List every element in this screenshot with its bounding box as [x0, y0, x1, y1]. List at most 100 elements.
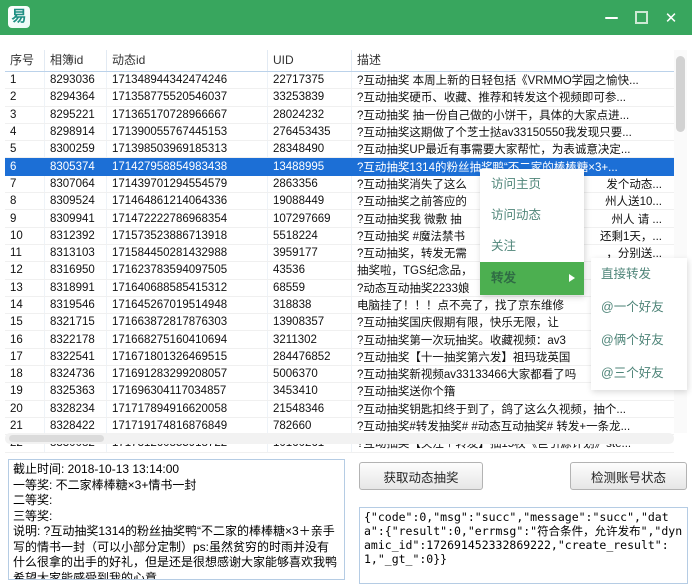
table-row[interactable]: 15832171517166387281787630313908357?互动抽奖…: [5, 314, 674, 331]
cell-album_id: 8322541: [45, 349, 107, 365]
column-header-4[interactable]: 描述: [352, 50, 687, 71]
cell-album_id: 8319546: [45, 297, 107, 313]
cell-dynamic_id: 171439701294554579: [107, 176, 268, 192]
cell-no: 12: [5, 262, 45, 278]
result-json-textbox[interactable]: {"code":0,"msg":"succ","message":"succ",…: [359, 507, 688, 584]
close-button[interactable]: ✕: [656, 0, 686, 35]
table-row[interactable]: 5830025917139850396918531328348490?互动抽奖U…: [5, 141, 674, 158]
cell-uid: 276453435: [268, 124, 352, 140]
cell-no: 11: [5, 245, 45, 261]
cell-dynamic_id: 171584450281432988: [107, 245, 268, 261]
cell-dynamic_id: 171365170728966667: [107, 107, 268, 123]
table-row[interactable]: 3829522117136517072896666728024232?互动抽奖 …: [5, 107, 674, 124]
table-row[interactable]: 1683221781716682751604106943211302?互动抽奖第…: [5, 331, 674, 348]
cell-no: 7: [5, 176, 45, 192]
cell-uid: 21548346: [268, 401, 352, 417]
minimize-button[interactable]: [596, 0, 626, 35]
cell-dynamic_id: 171719174816876849: [107, 418, 268, 434]
dynamics-table: 序号相簿id动态idUID描述 182930361713489443424742…: [5, 50, 687, 444]
cell-album_id: 8324736: [45, 366, 107, 382]
column-header-1[interactable]: 相簿id: [45, 50, 107, 71]
title-bar: 易 ✕: [0, 0, 692, 35]
cell-album_id: 8328422: [45, 418, 107, 434]
menu-item-3[interactable]: 转发: [480, 262, 584, 295]
cell-uid: 22717375: [268, 72, 352, 88]
cell-album_id: 8298914: [45, 124, 107, 140]
cell-no: 8: [5, 193, 45, 209]
table-row[interactable]: 148319546171645267019514948318838电脑挂了！！！…: [5, 297, 674, 314]
cell-desc: ?互动抽奖钥匙扣终于到了，鸽了这么久视频，抽个...: [352, 401, 674, 417]
cell-uid: 3211302: [268, 331, 352, 347]
cell-dynamic_id: 171663872817876303: [107, 314, 268, 330]
cell-no: 21: [5, 418, 45, 434]
cell-uid: 33253839: [268, 89, 352, 105]
cell-desc: ?互动抽奖 抽一份自己做的小饼干，具体的大家点进...: [352, 107, 674, 123]
cell-no: 18: [5, 366, 45, 382]
cell-desc: ?互动抽奖硬币、收藏、推荐和转发这个视频即可参...: [352, 89, 674, 105]
context-menu: 访问主页访问动态关注转发: [480, 169, 584, 295]
cell-album_id: 8300259: [45, 141, 107, 157]
column-header-2[interactable]: 动态id: [107, 50, 268, 71]
submenu-item-0[interactable]: 直接转发: [591, 258, 687, 291]
get-dynamic-lottery-button[interactable]: 获取动态抽奖: [359, 462, 483, 490]
table-row[interactable]: 1983253631716963041170348573453410?互动抽奖送…: [5, 383, 674, 400]
cell-album_id: 8312392: [45, 228, 107, 244]
cell-no: 20: [5, 401, 45, 417]
cell-uid: 107297669: [268, 210, 352, 226]
cell-album_id: 8322178: [45, 331, 107, 347]
cell-album_id: 8316950: [45, 262, 107, 278]
cell-album_id: 8295221: [45, 107, 107, 123]
column-header-3[interactable]: UID: [268, 50, 352, 71]
menu-item-1[interactable]: 访问动态: [480, 200, 584, 231]
column-header-0[interactable]: 序号: [5, 50, 45, 71]
cell-desc: ?互动抽奖#转发抽奖# #动态互动抽奖# 转发+一条龙...: [352, 418, 674, 434]
cell-album_id: 8305374: [45, 158, 107, 174]
horizontal-scrollbar-thumb[interactable]: [9, 435, 104, 442]
app-logo-icon: 易: [8, 6, 30, 28]
table-row[interactable]: 178322541171671801326469515284476852?互动抽…: [5, 349, 674, 366]
cell-dynamic_id: 171348944342474246: [107, 72, 268, 88]
prize-info-textbox[interactable]: 截止时间: 2018-10-13 13:14:00 一等奖: 不二家棒棒糖×3+…: [8, 459, 345, 580]
table-header: 序号相簿id动态idUID描述: [5, 50, 687, 72]
table-row[interactable]: 20832823417171789491662005821548346?互动抽奖…: [5, 401, 674, 418]
cell-no: 14: [5, 297, 45, 313]
cell-album_id: 8307064: [45, 176, 107, 192]
cell-dynamic_id: 171573523886713918: [107, 228, 268, 244]
table-row[interactable]: 48298914171390055767445153276453435?互动抽奖…: [5, 124, 674, 141]
menu-item-2[interactable]: 关注: [480, 231, 584, 262]
table-row[interactable]: 2829436417135877552054603733253839?互动抽奖硬…: [5, 89, 674, 106]
cell-uid: 3959177: [268, 245, 352, 261]
cell-uid: 43536: [268, 262, 352, 278]
maximize-button[interactable]: [626, 0, 656, 35]
cell-no: 13: [5, 280, 45, 296]
horizontal-scrollbar[interactable]: [5, 433, 674, 444]
minimize-icon: [605, 17, 618, 19]
submenu-item-3[interactable]: @三个好友: [591, 357, 687, 390]
cell-uid: 28348490: [268, 141, 352, 157]
table-row[interactable]: 1829303617134894434247424622717375?互动抽奖 …: [5, 72, 674, 89]
submenu-arrow-icon: [569, 274, 575, 282]
cell-album_id: 8293036: [45, 72, 107, 88]
cell-dynamic_id: 171472222786968354: [107, 210, 268, 226]
cell-dynamic_id: 171696304117034857: [107, 383, 268, 399]
cell-uid: 5518224: [268, 228, 352, 244]
cell-dynamic_id: 171668275160410694: [107, 331, 268, 347]
vertical-scrollbar-thumb[interactable]: [676, 56, 685, 132]
cell-album_id: 8328234: [45, 401, 107, 417]
cell-dynamic_id: 171640688585415312: [107, 280, 268, 296]
check-account-status-button[interactable]: 检测账号状态: [570, 462, 687, 490]
cell-dynamic_id: 171645267019514948: [107, 297, 268, 313]
submenu-item-1[interactable]: @一个好友: [591, 291, 687, 324]
cell-album_id: 8309524: [45, 193, 107, 209]
cell-desc: ?互动抽奖 本周上新的日轻包括《VRMMO学园之愉快...: [352, 72, 674, 88]
cell-uid: 318838: [268, 297, 352, 313]
cell-uid: 13908357: [268, 314, 352, 330]
cell-uid: 284476852: [268, 349, 352, 365]
cell-no: 6: [5, 158, 45, 174]
cell-dynamic_id: 171398503969185313: [107, 141, 268, 157]
table-row[interactable]: 1883247361716912832992080575006370?互动抽奖新…: [5, 366, 674, 383]
submenu-item-2[interactable]: @俩个好友: [591, 324, 687, 357]
cell-dynamic_id: 171427958854983438: [107, 158, 268, 174]
cell-uid: 782660: [268, 418, 352, 434]
menu-item-0[interactable]: 访问主页: [480, 169, 584, 200]
